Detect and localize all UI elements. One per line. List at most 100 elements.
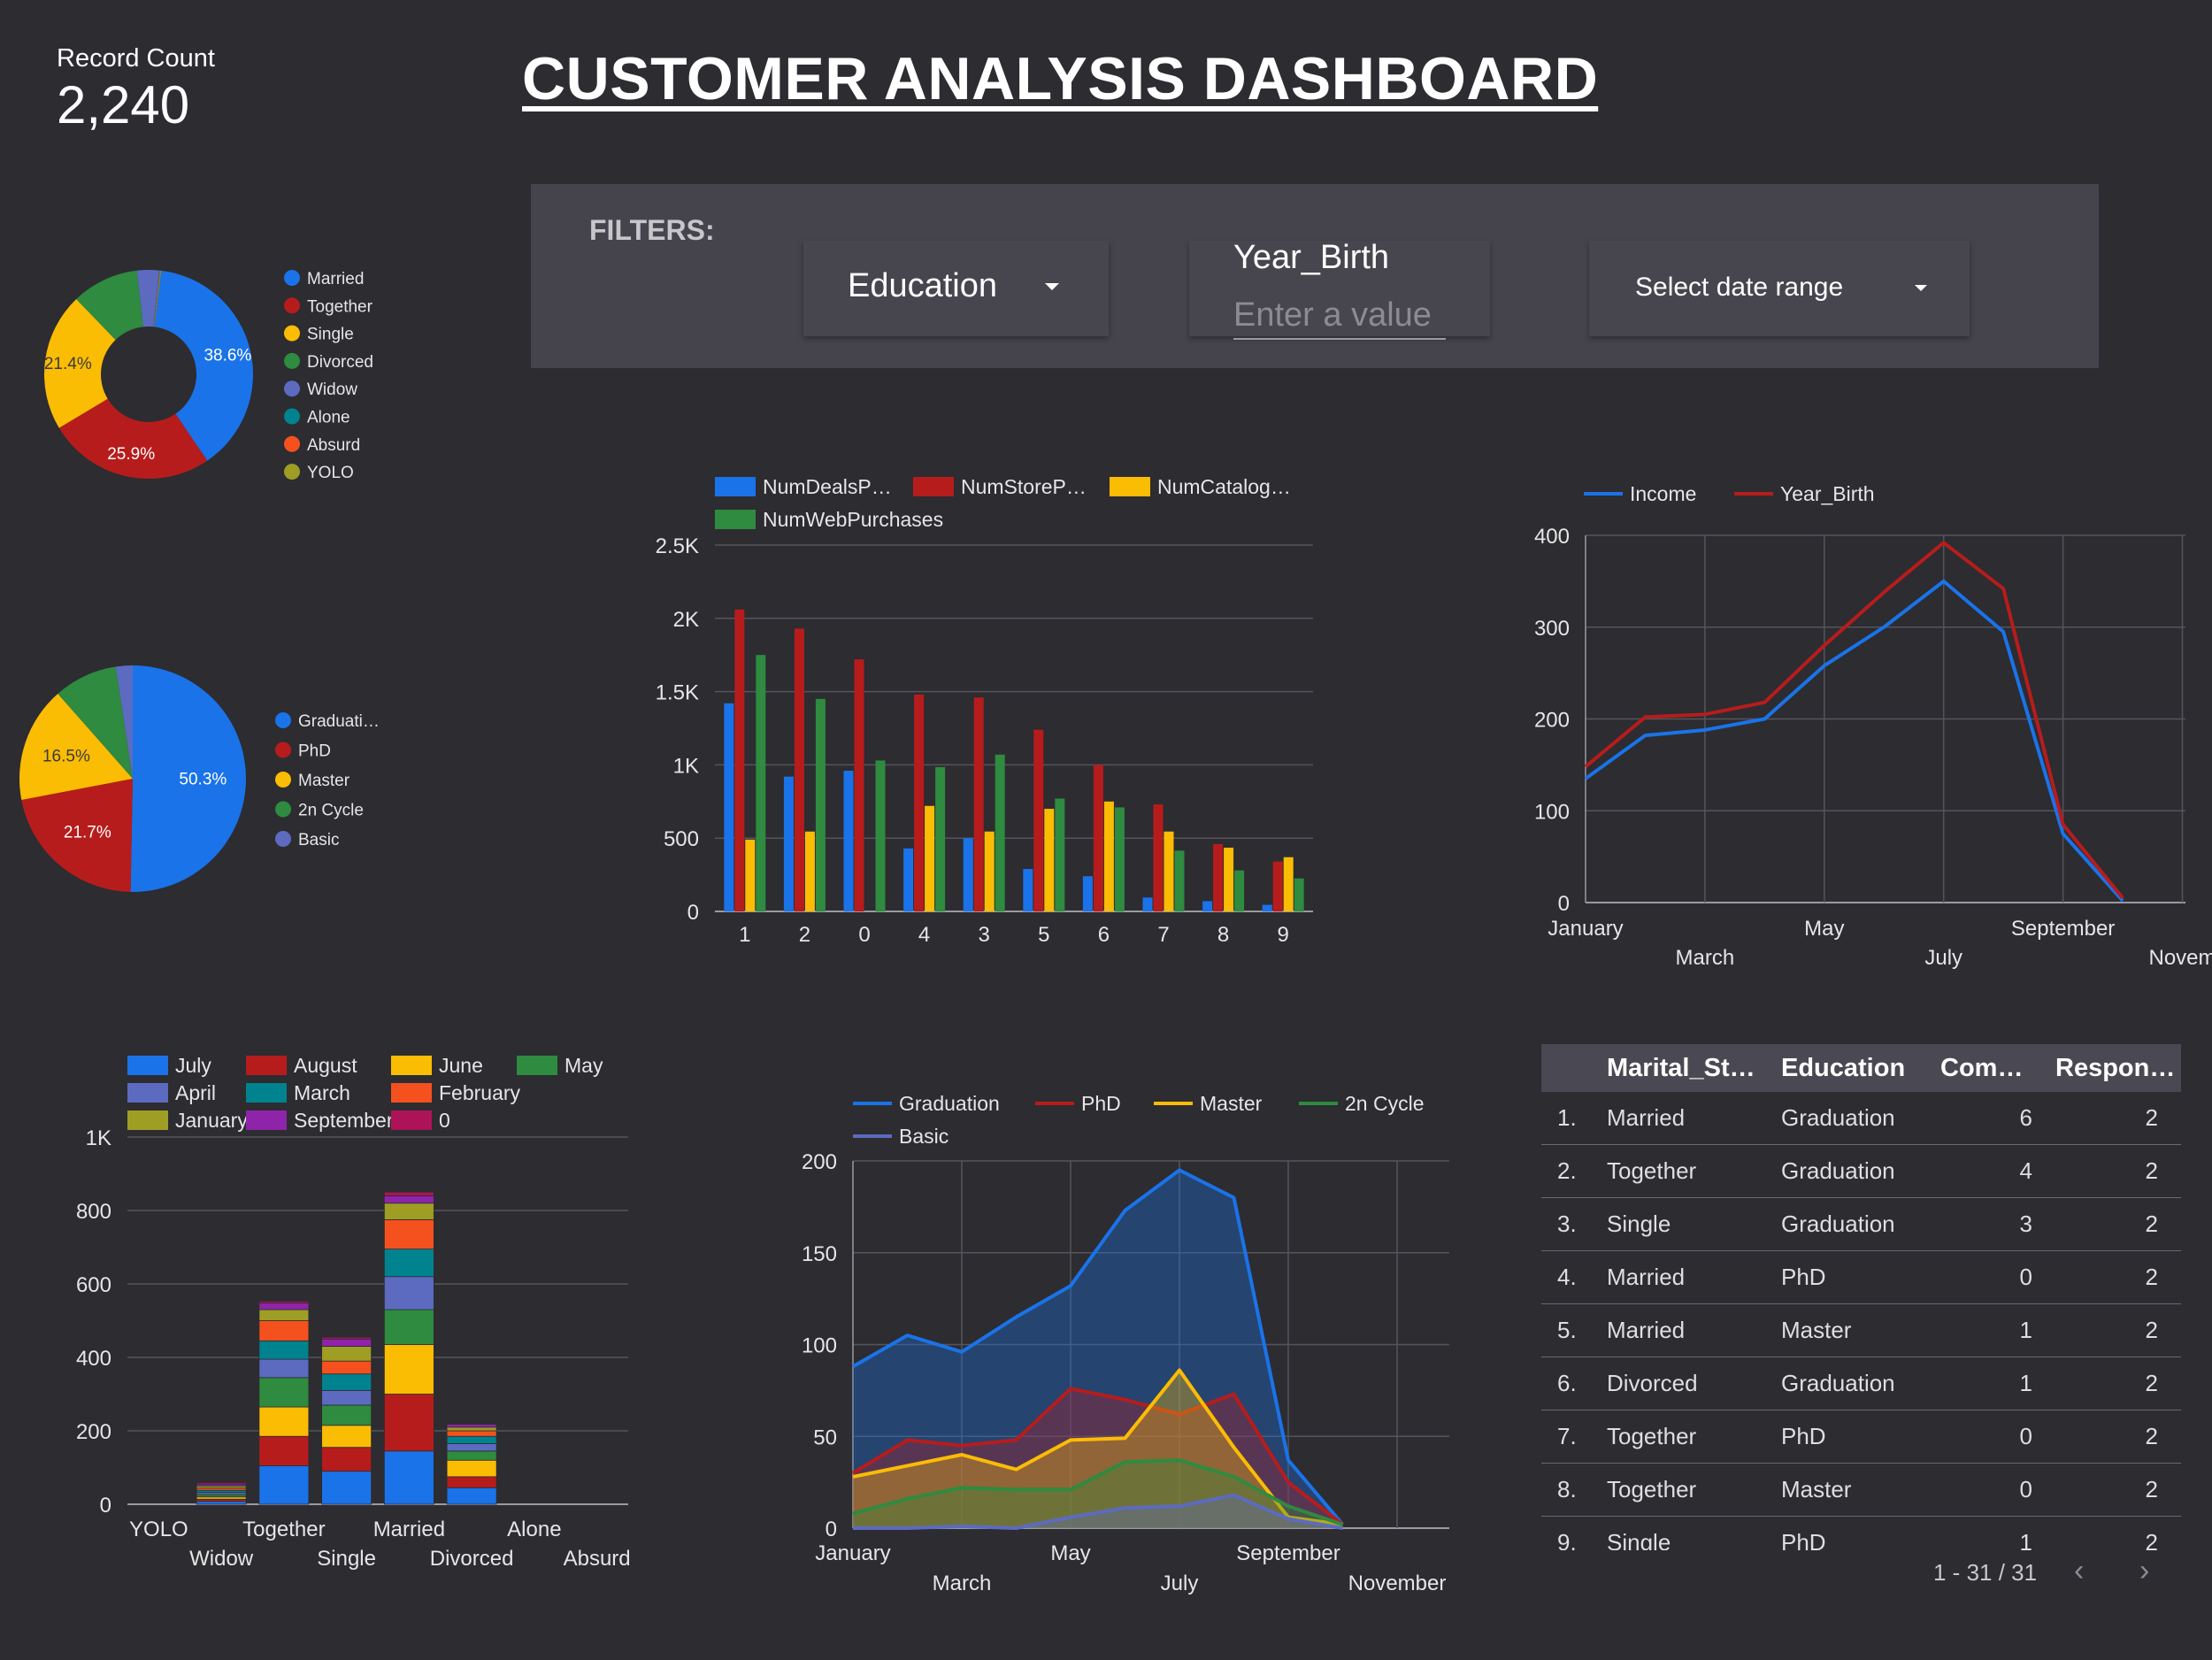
bar <box>984 831 995 911</box>
row-education: Graduation <box>1781 1092 1940 1145</box>
table-row[interactable]: 6. Divorced Graduation 1 2 <box>1541 1356 2181 1410</box>
legend-label: June <box>439 1054 483 1077</box>
legend-swatch <box>275 801 291 818</box>
bar-segment <box>383 1394 434 1452</box>
bar-segment <box>321 1360 373 1375</box>
table-header-education[interactable]: Education <box>1781 1044 1940 1092</box>
legend-swatch <box>284 352 300 369</box>
table-header-complain[interactable]: Com… <box>1940 1044 2055 1092</box>
bar-segment <box>321 1346 373 1362</box>
legend-swatch <box>715 477 756 496</box>
bar <box>875 760 886 911</box>
bar <box>756 655 766 911</box>
legend-swatch <box>284 297 300 314</box>
x-tick-label: 0 <box>858 923 870 947</box>
y-tick-label: 100 <box>802 1334 837 1358</box>
x-tick-label: January <box>1548 917 1623 941</box>
bar-segment <box>446 1476 497 1488</box>
legend-label: NumCatalog… <box>1157 475 1291 498</box>
row-education: Master <box>1781 1463 1940 1517</box>
x-tick-label: Together <box>242 1518 325 1541</box>
bar <box>1283 857 1294 911</box>
legend-label: Master <box>298 772 350 790</box>
x-tick-label: March <box>1676 946 1735 970</box>
row-index: 1. <box>1541 1092 1607 1145</box>
row-index: 9. <box>1541 1516 1607 1550</box>
table-row[interactable]: 9. Single PhD 1 2 <box>1541 1516 2181 1550</box>
table-row[interactable]: 1. Married Graduation 6 2 <box>1541 1092 2181 1145</box>
legend-label: Alone <box>307 409 350 427</box>
bar-segment <box>196 1501 247 1505</box>
table-row[interactable]: 5. Married Master 1 2 <box>1541 1303 2181 1357</box>
chevron-right-icon[interactable]: › <box>2139 1554 2149 1588</box>
bar-segment <box>258 1465 310 1505</box>
bar-segment <box>383 1218 434 1249</box>
bar <box>815 698 826 911</box>
bar-segment <box>446 1423 497 1425</box>
row-complain: 1 <box>1940 1516 2055 1550</box>
bar <box>925 805 935 911</box>
x-tick-label: July <box>1161 1572 1199 1595</box>
slice-label: 21.4% <box>44 355 92 373</box>
bar-segment <box>446 1430 497 1437</box>
bar-segment <box>258 1301 310 1303</box>
bar-segment <box>383 1203 434 1220</box>
x-tick-label: 2 <box>799 923 810 947</box>
caret-down-icon[interactable] <box>1045 283 1059 290</box>
x-tick-label: Divorced <box>430 1547 514 1571</box>
table-header-marital[interactable]: Marital_St… <box>1607 1044 1781 1092</box>
caret-down-icon[interactable] <box>1915 285 1927 291</box>
x-tick-label: 9 <box>1278 923 1289 947</box>
row-response: 2 <box>2055 1250 2181 1304</box>
year-birth-label: Year_Birth <box>1233 239 1390 276</box>
row-education: Graduation <box>1781 1197 1940 1251</box>
legend-label: August <box>294 1054 357 1077</box>
row-index: 7. <box>1541 1410 1607 1464</box>
table-row[interactable]: 7. Together PhD 0 2 <box>1541 1410 2181 1464</box>
date-range-label: Select date range <box>1635 273 1844 302</box>
legend-swatch <box>517 1056 557 1075</box>
bar-segment <box>383 1450 434 1505</box>
row-marital: Married <box>1607 1092 1781 1145</box>
bar <box>1114 807 1125 911</box>
legend-label: July <box>175 1054 211 1077</box>
bar <box>1033 729 1044 911</box>
y-tick-label: 100 <box>1534 800 1570 824</box>
row-response: 2 <box>2055 1463 2181 1517</box>
x-tick-label: May <box>1050 1541 1090 1565</box>
legend-label: YOLO <box>307 464 354 482</box>
legend-swatch <box>127 1083 168 1103</box>
bar-segment <box>383 1191 434 1196</box>
row-response: 2 <box>2055 1144 2181 1198</box>
x-tick-label: Widow <box>189 1547 254 1571</box>
legend-label: September <box>294 1109 394 1132</box>
bar-segment <box>383 1344 434 1395</box>
row-index: 5. <box>1541 1303 1607 1357</box>
bar <box>1023 868 1033 911</box>
table-row[interactable]: 4. Married PhD 0 2 <box>1541 1250 2181 1304</box>
purchases-bar-chart: 0 500 1K 1.5K 2K 2.5K 1 2 0 4 3 5 6 7 8 9 NumDealsP… NumS… <box>656 475 1313 947</box>
row-response: 2 <box>2055 1303 2181 1357</box>
row-response: 2 <box>2055 1197 2181 1251</box>
legend-label: Together <box>307 297 373 316</box>
bar <box>854 659 864 911</box>
legend-swatch <box>1110 477 1150 496</box>
y-tick-label: 0 <box>687 901 699 925</box>
bar <box>1224 847 1234 911</box>
table-row[interactable]: 2. Together Graduation 4 2 <box>1541 1144 2181 1198</box>
bar <box>1272 861 1283 911</box>
table-row[interactable]: 3. Single Graduation 3 2 <box>1541 1197 2181 1251</box>
y-tick-label: 1K <box>673 754 699 778</box>
row-education: PhD <box>1781 1250 1940 1304</box>
table-header-response[interactable]: Respon… <box>2055 1044 2181 1092</box>
bar <box>973 697 984 911</box>
legend-label: Single <box>307 326 354 344</box>
y-tick-label: 500 <box>664 827 699 851</box>
chevron-left-icon[interactable]: ‹ <box>2074 1554 2084 1588</box>
row-education: Graduation <box>1781 1144 1940 1198</box>
year-birth-input[interactable] <box>1233 292 1446 340</box>
bar-segment <box>446 1426 497 1432</box>
bar-segment <box>383 1195 434 1204</box>
line-series <box>1584 541 2124 900</box>
table-row[interactable]: 8. Together Master 0 2 <box>1541 1463 2181 1517</box>
